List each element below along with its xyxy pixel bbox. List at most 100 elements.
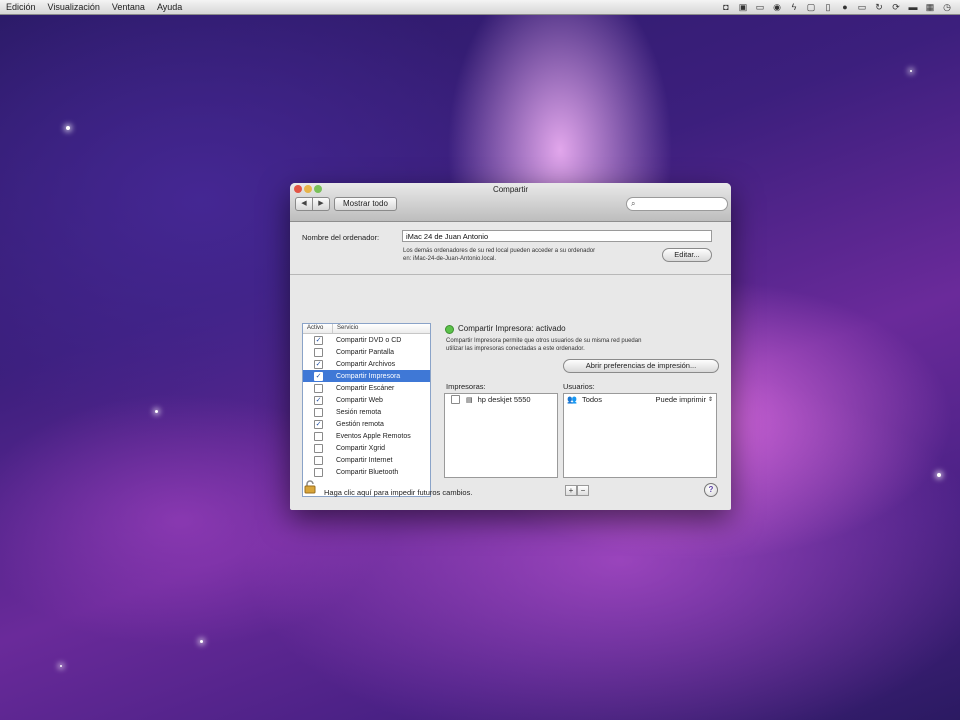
service-label: Compartir Bluetooth — [336, 468, 399, 476]
menu-edicion[interactable]: Edición — [0, 2, 42, 12]
service-row[interactable]: Compartir Escáner — [303, 382, 430, 394]
service-row[interactable]: Compartir Pantalla — [303, 346, 430, 358]
service-row[interactable]: Compartir Internet — [303, 454, 430, 466]
user-row[interactable]: 👥 Todos Puede imprimir ⇕ — [564, 394, 716, 405]
permission-popup[interactable]: Puede imprimir — [656, 395, 706, 404]
service-checkbox[interactable]: ✓ — [314, 371, 323, 381]
status-icons: ◘ ▣ ▭ ◉ ϟ ▢ ▯ ● ▭ ↻ ⟳ ▬ ▦ ◷ — [721, 2, 960, 13]
printer-checkbox[interactable] — [451, 395, 460, 404]
refresh-icon[interactable]: ↻ — [874, 2, 884, 13]
menu-visualizacion[interactable]: Visualización — [42, 2, 106, 12]
add-user-button[interactable]: + — [565, 485, 577, 496]
nav-buttons: ◀ ▶ — [295, 197, 330, 211]
services-list: Activo Servicio ✓ Compartir DVD o CD Compa… — [302, 323, 431, 497]
printer-icon: ▤ — [466, 396, 473, 404]
service-label: Compartir DVD o CD — [336, 336, 402, 344]
service-label: Eventos Apple Remotos — [336, 432, 411, 440]
service-checkbox[interactable] — [314, 383, 323, 393]
service-label: Sesión remota — [336, 408, 382, 416]
user-name: Todos — [581, 395, 602, 404]
video-icon[interactable]: ▣ — [738, 2, 748, 13]
title-bar: Compartir ◀ ▶ Mostrar todo ⌕ — [290, 183, 731, 222]
search-icon: ⌕ — [631, 199, 636, 208]
service-label: Compartir Web — [336, 396, 383, 404]
edit-button[interactable]: Editar... — [662, 248, 712, 262]
service-checkbox[interactable] — [314, 347, 323, 357]
service-checkbox[interactable] — [314, 467, 323, 477]
status-indicator-icon — [445, 325, 454, 334]
lock-icon[interactable] — [303, 480, 317, 494]
services-header: Activo Servicio — [303, 324, 430, 334]
printer-name: hp deskjet 5550 — [477, 395, 531, 404]
phone-icon[interactable]: ▯ — [823, 2, 833, 13]
service-checkbox[interactable]: ✓ — [314, 335, 323, 345]
star — [910, 70, 912, 72]
service-checkbox[interactable] — [314, 455, 323, 465]
bluetooth-icon[interactable]: ϟ — [789, 2, 799, 13]
printers-label: Impresoras: — [446, 382, 486, 391]
open-print-prefs-button[interactable]: Abrir preferencias de impresión... — [563, 359, 719, 373]
menu-ventana[interactable]: Ventana — [106, 2, 151, 12]
service-label: Compartir Escáner — [336, 384, 395, 392]
help-button[interactable]: ? — [704, 483, 718, 497]
service-label: Compartir Internet — [336, 456, 393, 464]
clock-icon[interactable]: ◷ — [942, 2, 952, 13]
service-label: Compartir Pantalla — [336, 348, 394, 356]
sharing-window: Compartir ◀ ▶ Mostrar todo ⌕ Nombre del … — [290, 183, 731, 510]
show-all-button[interactable]: Mostrar todo — [334, 197, 397, 211]
service-checkbox[interactable]: ✓ — [314, 359, 323, 369]
pane-content: Nombre del ordenador: iMac 24 de Juan An… — [290, 222, 731, 510]
window-icon[interactable]: ▢ — [806, 2, 816, 13]
lock-message: Haga clic aquí para impedir futuros camb… — [324, 488, 473, 497]
back-arrow-icon[interactable]: ◀ — [295, 197, 313, 211]
service-row[interactable]: Compartir Bluetooth — [303, 466, 430, 478]
divider — [290, 274, 731, 275]
header-service[interactable]: Servicio — [333, 324, 358, 333]
service-row[interactable]: ✓ Compartir Web — [303, 394, 430, 406]
star — [155, 410, 158, 413]
battery-icon[interactable]: ▬ — [908, 2, 918, 13]
service-row[interactable]: ✓ Compartir DVD o CD — [303, 334, 430, 346]
service-row[interactable]: Sesión remota — [303, 406, 430, 418]
display-icon[interactable]: ▭ — [755, 2, 765, 13]
printer-row[interactable]: ▤ hp deskjet 5550 — [445, 394, 557, 405]
star — [60, 665, 62, 667]
forward-arrow-icon[interactable]: ▶ — [313, 197, 330, 211]
computer-name-note-2: en: iMac-24-de-Juan-Antonio.local. — [403, 256, 497, 262]
service-label: Gestión remota — [336, 420, 384, 428]
service-checkbox[interactable]: ✓ — [314, 395, 323, 405]
computer-name-input[interactable]: iMac 24 de Juan Antonio — [402, 230, 712, 242]
eject-icon[interactable]: ▭ — [857, 2, 867, 13]
service-checkbox[interactable] — [314, 431, 323, 441]
service-checkbox[interactable] — [314, 407, 323, 417]
service-label: Compartir Xgrid — [336, 444, 386, 452]
wifi-icon[interactable]: ◉ — [772, 2, 782, 13]
service-label: Compartir Archivos — [336, 360, 396, 368]
remove-user-button[interactable]: − — [577, 485, 589, 496]
service-row[interactable]: ✓ Gestión remota — [303, 418, 430, 430]
service-row[interactable]: ✓ Compartir Archivos — [303, 358, 430, 370]
service-checkbox[interactable] — [314, 443, 323, 453]
description-1: Compartir Impresora permite que otros us… — [446, 338, 642, 344]
sharing-status: Compartir Impresora: activado — [458, 324, 566, 333]
camera-icon[interactable]: ◘ — [721, 2, 731, 13]
keyboard-icon[interactable]: ▦ — [925, 2, 935, 13]
star — [66, 126, 70, 130]
service-row[interactable]: Compartir Xgrid — [303, 442, 430, 454]
sync-icon[interactable]: ⟳ — [891, 2, 901, 13]
menu-ayuda[interactable]: Ayuda — [151, 2, 188, 12]
menu-bar: Edición Visualización Ventana Ayuda ◘ ▣ … — [0, 0, 960, 15]
popup-arrows-icon: ⇕ — [707, 397, 713, 403]
service-checkbox[interactable]: ✓ — [314, 419, 323, 429]
service-row[interactable]: ✓ Compartir Impresora — [303, 370, 430, 382]
search-field[interactable]: ⌕ — [626, 197, 728, 211]
header-active[interactable]: Activo — [303, 324, 333, 333]
service-row[interactable]: Eventos Apple Remotos — [303, 430, 430, 442]
star — [200, 640, 203, 643]
group-icon: 👥 — [567, 395, 577, 404]
record-icon[interactable]: ● — [840, 2, 850, 13]
service-label: Compartir Impresora — [336, 372, 401, 380]
star — [937, 473, 941, 477]
services-rows: ✓ Compartir DVD o CD Compartir Pantalla ✓ Co… — [303, 334, 430, 478]
printers-list: ▤ hp deskjet 5550 — [444, 393, 558, 478]
